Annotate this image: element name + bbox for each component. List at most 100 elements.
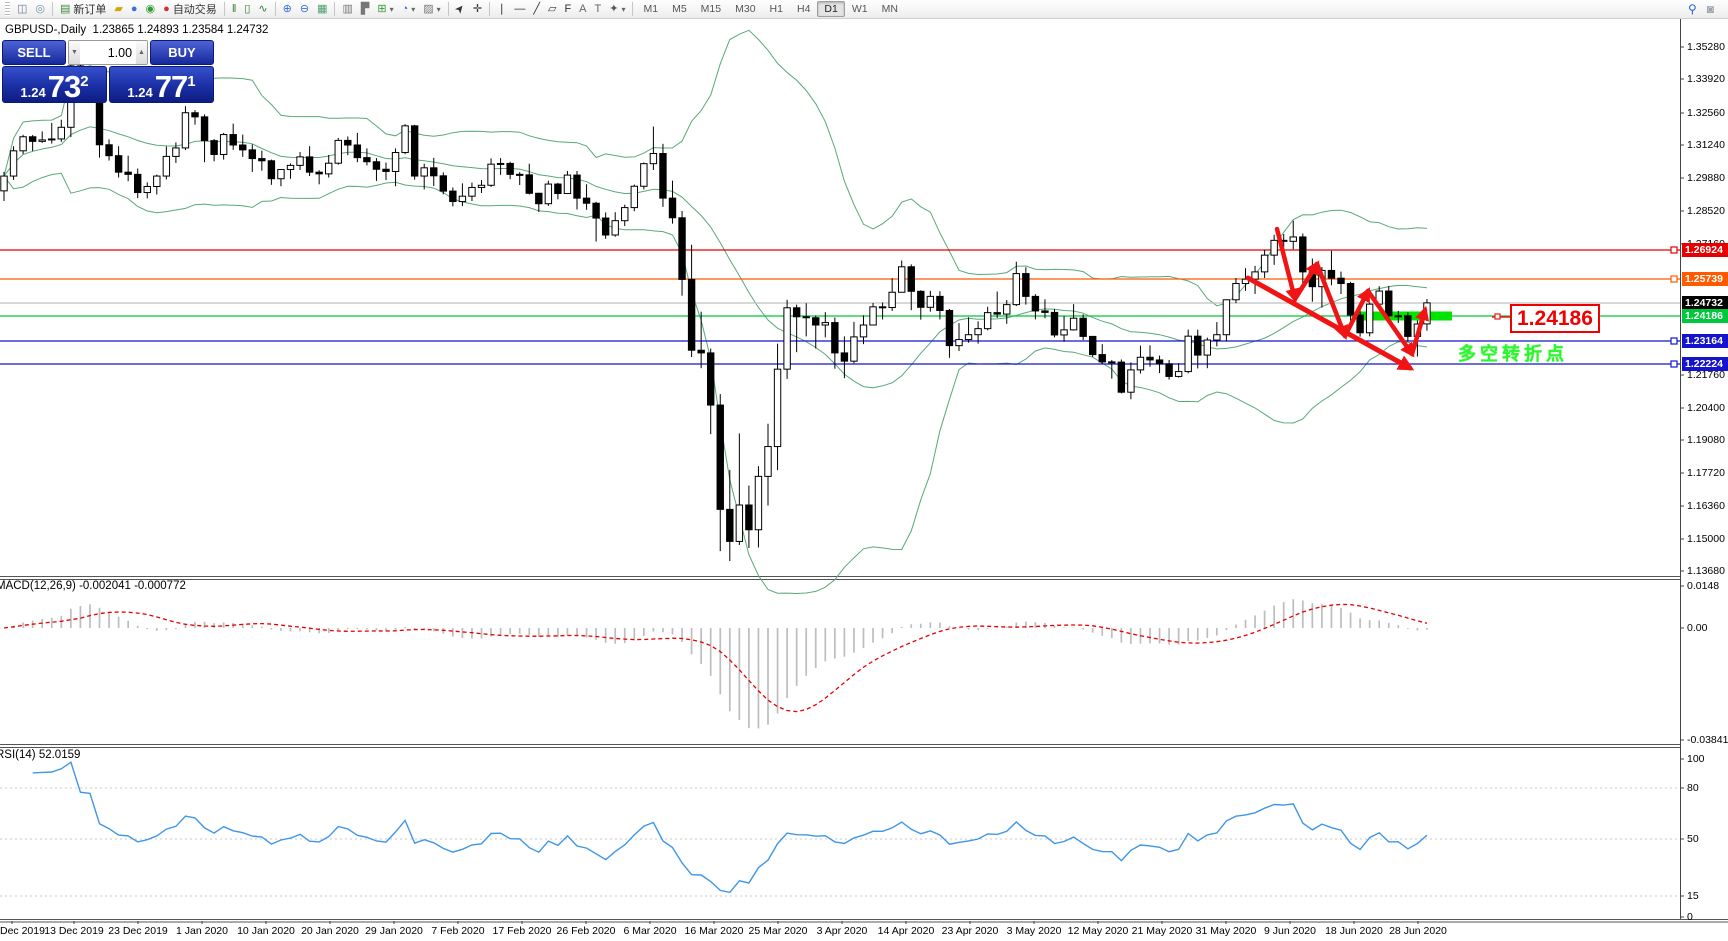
price-level-chip: 1.23164 [1682, 334, 1728, 348]
date-label: 21 May 2020 [1131, 925, 1193, 937]
timeframe-m5-button[interactable]: M5 [665, 1, 694, 17]
toolbar-separator [489, 2, 491, 16]
crosshair-button[interactable]: ✛ [469, 1, 486, 18]
date-label: 31 May 2020 [1195, 925, 1257, 937]
date-label: 28 Jun 2020 [1389, 925, 1447, 937]
fibonacci-icon: F [564, 2, 572, 15]
chart-canvas[interactable] [0, 0, 1728, 941]
chart-title: GBPUSD-,Daily 1.23865 1.24893 1.23584 1.… [5, 24, 268, 36]
price-tick: 1.20400 [1687, 402, 1725, 414]
horizontal-line-icon: ― [514, 2, 526, 15]
label-button[interactable]: T [591, 1, 606, 18]
new-order-button[interactable]: ▤ 新订单 [56, 1, 110, 18]
autotrading-icon: ● [163, 2, 170, 15]
zoom-out-button[interactable]: ⊖ [296, 1, 313, 18]
timeframe-d1-button[interactable]: D1 [817, 1, 845, 17]
volume-decrease-button[interactable]: ▼ [69, 41, 80, 64]
toolbar-separator [52, 2, 54, 16]
data-window-button[interactable]: ▥ [338, 1, 356, 18]
zoom-out-icon: ⊖ [299, 2, 310, 15]
date-label: 20 Jan 2020 [301, 925, 359, 937]
timeframe-m15-button[interactable]: M15 [694, 1, 728, 17]
date-label: 23 Apr 2020 [941, 925, 999, 937]
date-label: 7 Feb 2020 [431, 925, 485, 937]
bar-chart-button[interactable]: ‖ [228, 1, 241, 18]
rsi-tick: 100 [1687, 753, 1705, 765]
trendline-button[interactable]: ╱ [529, 1, 544, 18]
buy-price-pip: 1 [187, 73, 196, 90]
price-tick: 1.13680 [1687, 565, 1725, 577]
price-tick: 1.19080 [1687, 434, 1725, 446]
buy-price-panel[interactable]: 1.24 77 1 [109, 66, 214, 103]
timeframe-h4-button[interactable]: H4 [790, 1, 817, 17]
date-label: 26 Feb 2020 [556, 925, 616, 937]
tile-windows-button[interactable]: ▦ [313, 1, 331, 18]
price-tick: 1.32560 [1687, 107, 1725, 119]
volume-stepper: ▼ ▲ [68, 40, 148, 65]
volume-input[interactable] [79, 41, 137, 64]
zoom-in-button[interactable]: ⊕ [279, 1, 296, 18]
date-label: 12 May 2020 [1067, 925, 1129, 937]
date-label: 23 Dec 2019 [108, 925, 168, 937]
horizontal-line-button[interactable]: ― [510, 1, 529, 18]
market-icon: ▰ [114, 2, 123, 15]
new-chart-button[interactable]: ◫ [13, 1, 31, 18]
date-label: 16 Mar 2020 [684, 925, 744, 937]
crosshair-icon: ✛ [472, 2, 483, 15]
date-label: 3 Apr 2020 [816, 925, 868, 937]
signals-icon: ◉ [145, 2, 156, 15]
buy-button[interactable]: BUY [150, 40, 214, 65]
buy-price-prefix: 1.24 [127, 85, 153, 100]
label-icon: T [594, 2, 602, 15]
date-label: 18 Jun 2020 [1325, 925, 1383, 937]
cursor-button[interactable]: ➤ [452, 1, 469, 18]
profiles-button[interactable]: ◎ [31, 1, 49, 18]
toolbar-grip [5, 2, 10, 16]
vertical-line-button[interactable]: ❘ [493, 1, 510, 18]
date-label: 14 Apr 2020 [877, 925, 935, 937]
sell-button[interactable]: SELL [2, 40, 66, 65]
timeframe-m30-button[interactable]: M30 [728, 1, 762, 17]
templates-button[interactable]: ▨ ▾ [419, 1, 444, 18]
volume-increase-button[interactable]: ▲ [136, 41, 147, 64]
arrows-icon: ✦ [609, 2, 619, 15]
line-chart-button[interactable]: ∿ [254, 1, 271, 18]
date-label: 29 Jan 2020 [365, 925, 423, 937]
add-indicator-icon: ⊞ [377, 2, 387, 15]
timeframe-w1-button[interactable]: W1 [845, 1, 875, 17]
text-button[interactable]: A [575, 1, 590, 18]
arrows-button[interactable]: ✦ ▾ [605, 1, 629, 18]
timeframe-mn-button[interactable]: MN [875, 1, 905, 17]
community-icon: ● [130, 2, 138, 15]
data-window-icon: ▥ [342, 2, 353, 15]
channel-button[interactable]: ▱ [544, 1, 560, 18]
price-annotation-label[interactable]: 1.24186 [1510, 304, 1600, 333]
price-level-chip: 1.24732 [1682, 296, 1728, 310]
zoom-in-icon: ⊕ [282, 2, 292, 15]
sell-price-panel[interactable]: 1.24 73 2 [2, 66, 107, 103]
chat-icon[interactable]: ◙ [1707, 2, 1714, 16]
macd-tick: -0.038415 [1687, 734, 1728, 746]
turning-point-annotation[interactable]: 多空转折点 [1458, 340, 1568, 366]
search-icon[interactable]: ⚲ [1688, 2, 1697, 16]
bar-chart-icon: ‖ [231, 2, 237, 15]
price-tick: 1.31240 [1687, 139, 1725, 151]
add-indicator-button[interactable]: ⊞ ▾ [373, 1, 397, 18]
community-button[interactable]: ● [127, 1, 142, 18]
sell-price-big: 73 [47, 69, 81, 104]
rsi-tick: 15 [1687, 890, 1699, 902]
sell-price-prefix: 1.24 [20, 85, 46, 100]
timeframe-m1-button[interactable]: M1 [636, 1, 665, 17]
autotrading-button[interactable]: ● 自动交易 [159, 1, 221, 18]
periods-icon: ◔ [401, 2, 409, 15]
timeframe-h1-button[interactable]: H1 [763, 1, 790, 17]
signals-button[interactable]: ◉ [142, 1, 160, 18]
macd-tick: 0.00 [1687, 622, 1708, 634]
periods-button[interactable]: ◔ ▾ [398, 1, 420, 18]
templates-icon: ▨ [423, 2, 434, 15]
navigator-button[interactable]: ▛ [357, 1, 373, 18]
market-button[interactable]: ▰ [110, 1, 126, 18]
candlestick-chart-button[interactable]: ▯ [240, 1, 254, 18]
fibonacci-button[interactable]: F [560, 1, 575, 18]
date-label: 17 Feb 2020 [492, 925, 552, 937]
